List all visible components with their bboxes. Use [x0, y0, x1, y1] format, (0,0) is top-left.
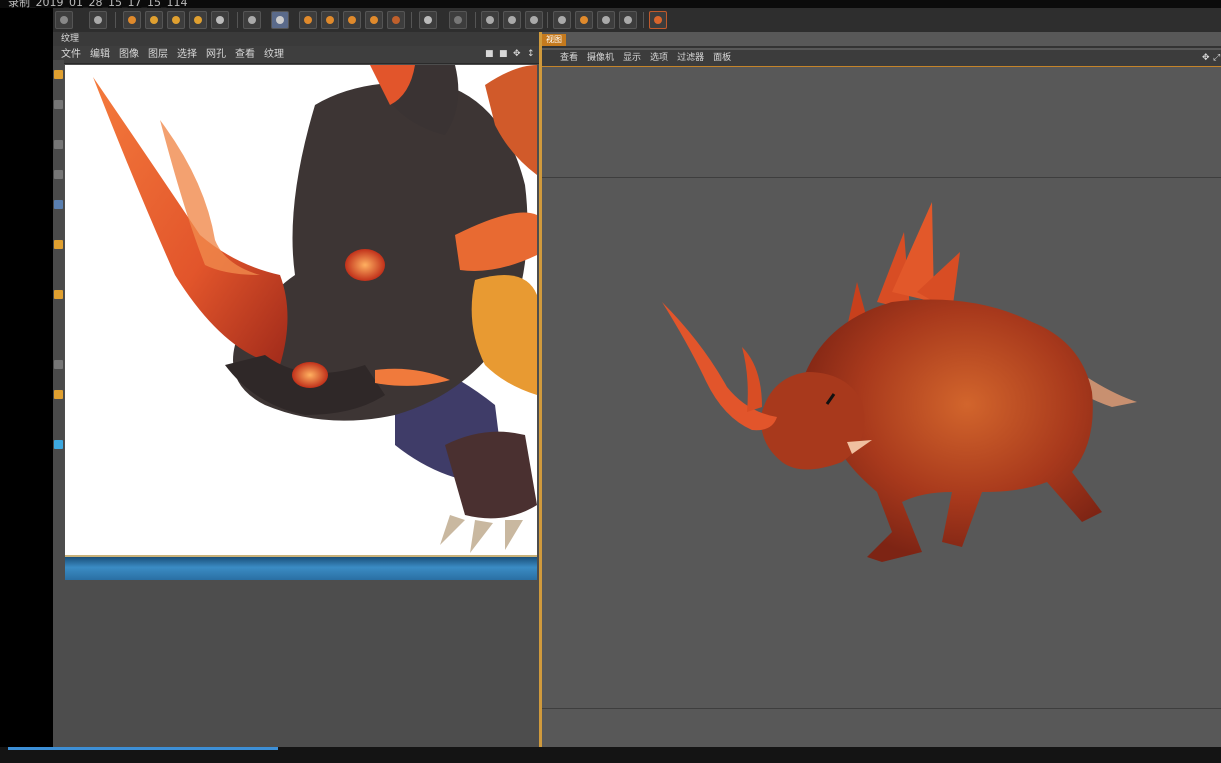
- texture-canvas[interactable]: [65, 65, 537, 555]
- pen-icon[interactable]: [271, 11, 289, 29]
- toolbar-divider: [237, 12, 238, 28]
- array-icon[interactable]: [503, 11, 521, 29]
- color-icon[interactable]: [54, 440, 63, 449]
- menu-item[interactable]: 图像: [119, 49, 139, 60]
- brush-icon[interactable]: [54, 200, 63, 209]
- lock-icon[interactable]: ■: [485, 46, 494, 63]
- tool-icon[interactable]: [54, 170, 63, 179]
- progress-bar: [8, 747, 278, 750]
- menu-item[interactable]: 摄像机: [587, 53, 614, 63]
- coordinate-icon[interactable]: [211, 11, 229, 29]
- subdivide-icon[interactable]: [449, 11, 467, 29]
- undo-icon[interactable]: [55, 11, 73, 29]
- axis-icon[interactable]: [243, 11, 261, 29]
- symmetry-icon[interactable]: [525, 11, 543, 29]
- material-icon[interactable]: [387, 11, 405, 29]
- main-toolbar: [53, 8, 1221, 33]
- rhino-texture-image: [93, 65, 537, 553]
- viewport-panel[interactable]: 视图 查看 摄像机 显示 选项 过滤器 面板 ✥ ⤢: [542, 32, 1221, 747]
- tool-icon[interactable]: [54, 140, 63, 149]
- pen-icon[interactable]: [419, 11, 437, 29]
- viewport-menu-bar: 查看 摄像机 显示 选项 过滤器 面板 ✥ ⤢: [542, 50, 1221, 67]
- expand-icon[interactable]: ⤢: [1213, 50, 1220, 66]
- render-icon[interactable]: [321, 11, 339, 29]
- scale-icon[interactable]: [167, 11, 185, 29]
- toolbar-divider: [547, 12, 548, 28]
- window-titlebar: 录制_2019_01_28_15_17_15_114: [0, 0, 1221, 8]
- viewport-tab[interactable]: 视图: [542, 34, 566, 46]
- tool-icon[interactable]: [54, 100, 63, 109]
- camera-icon[interactable]: [597, 11, 615, 29]
- menu-item[interactable]: 显示: [623, 53, 641, 63]
- texture-ornament-border: [65, 555, 537, 580]
- toolbar-divider: [643, 12, 644, 28]
- nav-arrows-icon[interactable]: ✥: [1202, 50, 1210, 66]
- render-settings-icon[interactable]: [365, 11, 383, 29]
- viewport-horizon-line: [542, 177, 1221, 178]
- menu-item[interactable]: 面板: [713, 53, 731, 63]
- nav-arrows-icon[interactable]: ✥: [513, 46, 521, 63]
- texture-menu-bar: 文件 编辑 图像 图层 选择 网孔 查看 纹理 ■ ■ ✥ ↕: [53, 46, 539, 64]
- texture-panel-header: 纹理: [53, 32, 539, 46]
- expand-icon[interactable]: ↕: [527, 46, 535, 63]
- menu-item[interactable]: 图层: [148, 49, 168, 60]
- select-icon[interactable]: [123, 11, 141, 29]
- move-icon[interactable]: [145, 11, 163, 29]
- cube-icon[interactable]: [575, 11, 593, 29]
- side-tool-strip: [53, 60, 64, 480]
- window-title: 录制_2019_01_28_15_17_15_114: [8, 0, 188, 8]
- tool-icon[interactable]: [54, 360, 63, 369]
- tool-icon[interactable]: [54, 70, 63, 79]
- viewport-header-line: [542, 46, 1221, 48]
- render-picture-icon[interactable]: [343, 11, 361, 29]
- menu-item[interactable]: 查看: [235, 49, 255, 60]
- menu-item[interactable]: 纹理: [264, 49, 284, 60]
- texture-panel-title: 纹理: [61, 34, 80, 44]
- rhino-3d-model[interactable]: [642, 192, 1162, 572]
- toolbar-divider: [411, 12, 412, 28]
- viewport-bottom-line: [542, 708, 1221, 709]
- menu-item[interactable]: 编辑: [90, 49, 110, 60]
- menu-item[interactable]: 文件: [61, 49, 81, 60]
- texture-panel: 纹理 文件 编辑 图像 图层 选择 网孔 查看 纹理 ■ ■ ✥ ↕: [53, 32, 539, 747]
- menu-item[interactable]: 选项: [650, 53, 668, 63]
- cube-icon[interactable]: [553, 11, 571, 29]
- lock-icon[interactable]: ■: [499, 46, 508, 63]
- rotate-icon[interactable]: [189, 11, 207, 29]
- deformer-icon[interactable]: [481, 11, 499, 29]
- redo-icon[interactable]: [89, 11, 107, 29]
- left-black-strip: [0, 8, 53, 763]
- toolbar-divider: [475, 12, 476, 28]
- render-view-icon[interactable]: [299, 11, 317, 29]
- tool-icon[interactable]: [54, 240, 63, 249]
- menu-item[interactable]: 查看: [560, 53, 578, 63]
- tool-icon[interactable]: [54, 390, 63, 399]
- light-icon[interactable]: [619, 11, 637, 29]
- tool-icon[interactable]: [54, 290, 63, 299]
- menu-item[interactable]: 过滤器: [677, 53, 704, 63]
- toolbar-divider: [115, 12, 116, 28]
- menu-item[interactable]: 网孔: [206, 49, 226, 60]
- menu-item[interactable]: 选择: [177, 49, 197, 60]
- render-region-icon[interactable]: [649, 11, 667, 29]
